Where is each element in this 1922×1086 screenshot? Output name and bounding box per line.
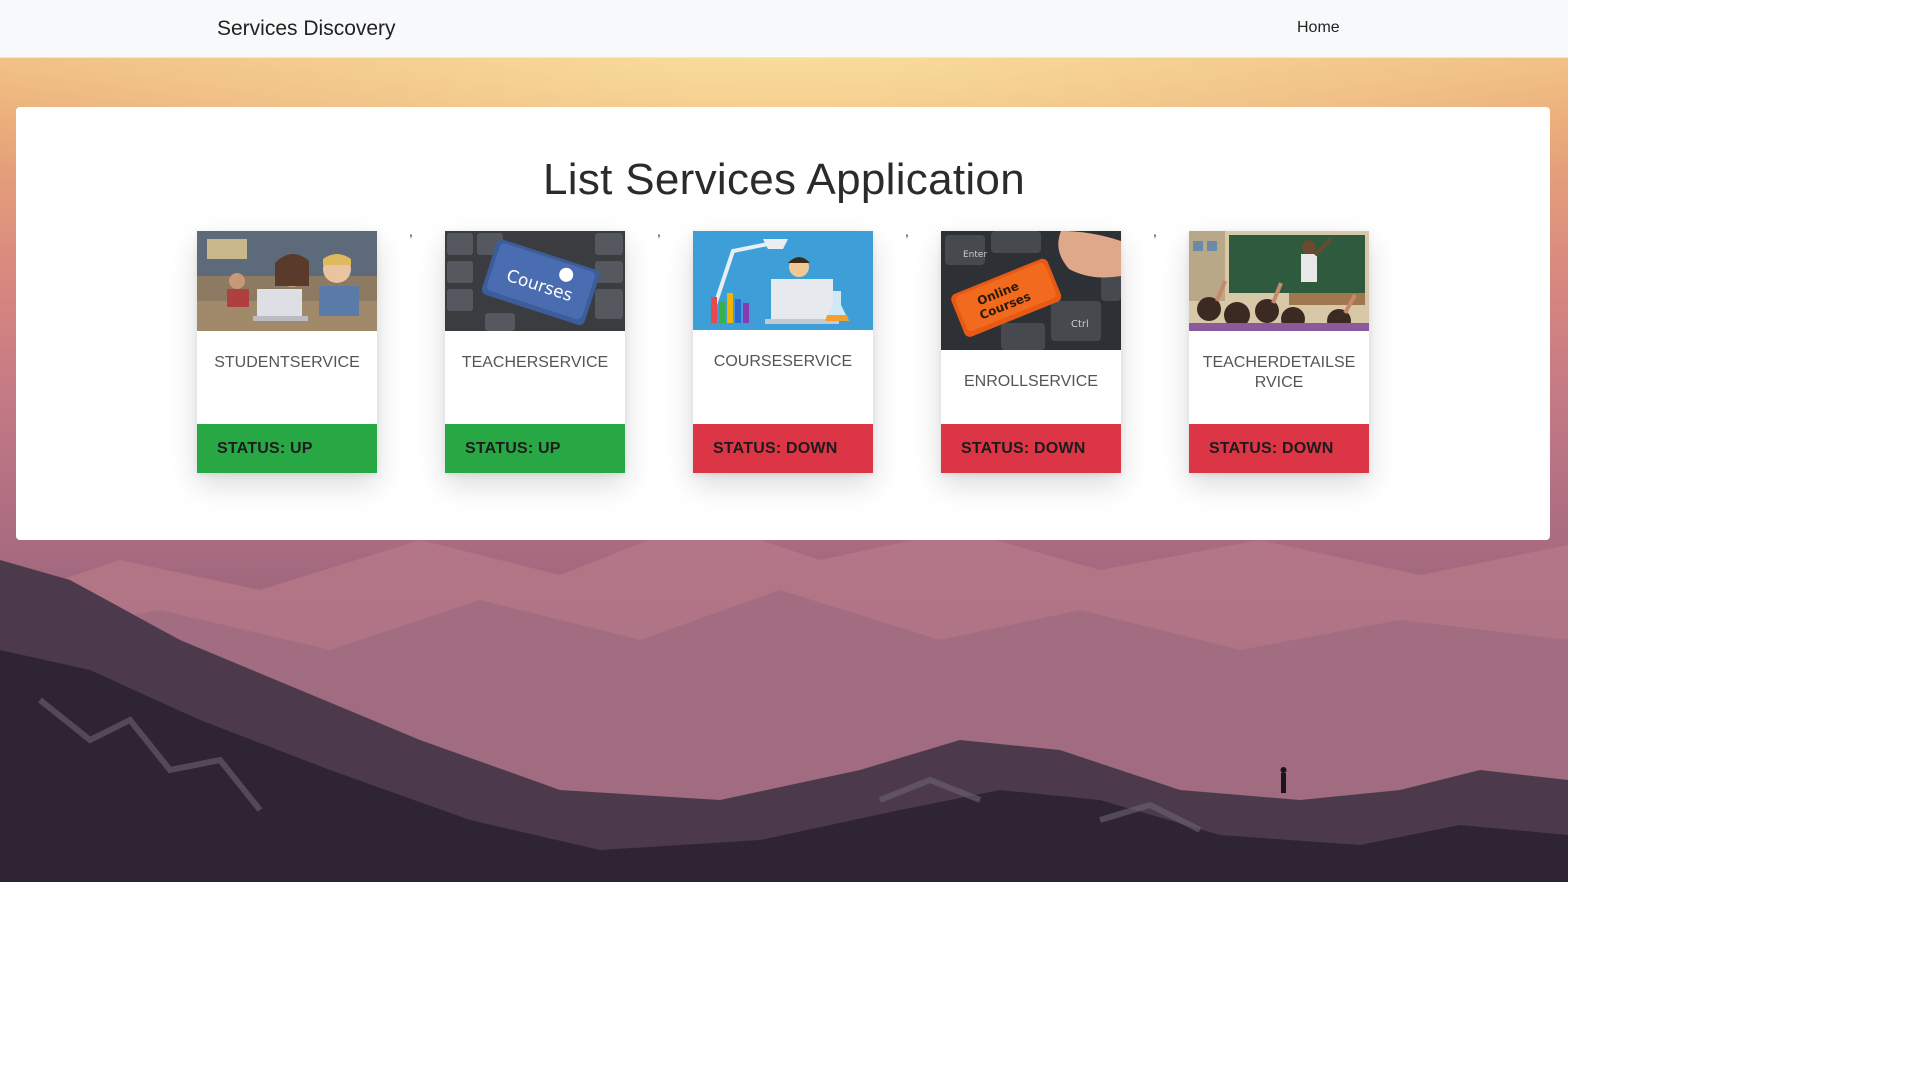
svg-text:Enter: Enter [963,250,987,260]
status-badge: STATUS: DOWN [941,424,1121,473]
classroom-laptop-photo [197,231,377,331]
service-card-courseservice[interactable]: COURSESERVICE STATUS: DOWN [693,231,873,473]
service-card-teacherdetailservice[interactable]: TEACHERDETAILSERVICE STATUS: DOWN [1189,231,1369,473]
card-separator: , [905,223,909,239]
status-badge: STATUS: UP [445,424,625,473]
card-separator: , [1153,223,1157,239]
service-name: ENROLLSERVICE [964,373,1098,390]
nav-link-home[interactable]: Home [1297,19,1340,37]
page-title: List Services Application [543,155,1025,204]
status-badge: STATUS: DOWN [1189,424,1369,473]
science-illustration [693,231,873,330]
online-courses-key-photo: Enter Ctrl Online Courses [941,231,1121,350]
status-badge: STATUS: DOWN [693,424,873,473]
service-card-studentservice[interactable]: STUDENTSERVICE STATUS: UP [197,231,377,473]
service-card-teacherservice[interactable]: Courses TEACHERSERVICE STATUS: UP [445,231,625,473]
service-name: STUDENTSERVICE [214,354,360,371]
navbar-brand[interactable]: Services Discovery [217,17,396,41]
service-name: TEACHERSERVICE [461,354,609,371]
card-separator: , [657,223,661,239]
classroom-teacher-photo [1189,231,1369,331]
service-name: TEACHERDETAILSERVICE [1202,354,1356,391]
navbar: Services Discovery Home [0,0,1568,58]
courses-keyboard-photo: Courses [445,231,625,331]
service-card-enrollservice[interactable]: Enter Ctrl Online Courses ENROLLSERVICE … [941,231,1121,473]
card-separator: , [409,223,413,239]
svg-text:Ctrl: Ctrl [1071,319,1089,330]
service-name: COURSESERVICE [713,353,853,370]
page-viewport: Services Discovery Home List Services Ap… [0,0,1568,882]
status-badge: STATUS: UP [197,424,377,473]
